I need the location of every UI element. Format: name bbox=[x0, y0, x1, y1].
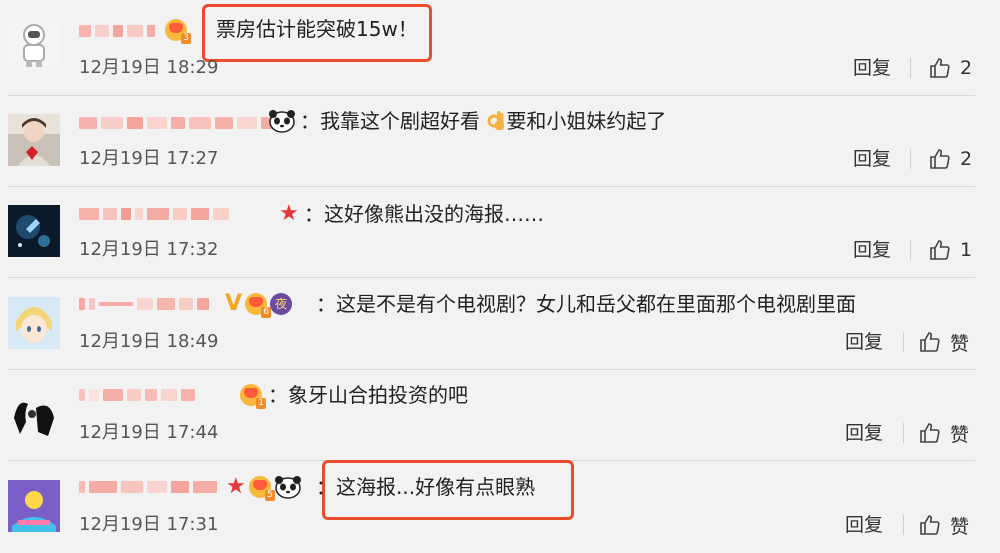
night-badge-icon: 夜 bbox=[270, 293, 293, 315]
like-button[interactable]: 1 bbox=[928, 236, 972, 264]
comment-time: 12月19日 17:27 bbox=[79, 148, 219, 169]
username-blurred[interactable] bbox=[79, 384, 199, 406]
star-icon: ★ bbox=[226, 474, 246, 499]
reply-button[interactable]: 回复 bbox=[845, 329, 883, 355]
reply-button[interactable]: 回复 bbox=[853, 146, 891, 172]
avatar[interactable] bbox=[8, 18, 60, 70]
like-button[interactable]: 赞 bbox=[918, 419, 969, 447]
avatar[interactable] bbox=[8, 297, 60, 349]
like-count: 2 bbox=[960, 148, 973, 170]
comment-text: 票房估计能突破15w！ bbox=[216, 17, 418, 41]
avatar[interactable] bbox=[8, 205, 60, 257]
comment-item: ★ 5 ：这海报...好像有点眼熟 12月19日 17:31 回复 赞 bbox=[0, 460, 1000, 553]
comment-item: ★ ：这好像熊出没的海报…… 12月19日 17:32 回复 1 bbox=[0, 187, 1000, 278]
like-count: 1 bbox=[960, 239, 973, 261]
ok-hand-emoji-icon bbox=[487, 111, 505, 130]
v-badge-icon: V bbox=[225, 291, 243, 316]
thumbs-up-icon bbox=[930, 58, 950, 78]
username-blurred[interactable] bbox=[79, 112, 279, 134]
divider bbox=[910, 58, 911, 78]
like-count: 赞 bbox=[950, 423, 970, 446]
thumbs-up-icon bbox=[920, 515, 940, 535]
panda-emoji-icon bbox=[269, 110, 295, 133]
comment-item: ：我靠这个剧超好看 要和小姐妹约起了 12月19日 17:27 回复 2 bbox=[0, 96, 1000, 187]
like-count: 2 bbox=[960, 57, 973, 79]
username-blurred[interactable] bbox=[79, 293, 213, 315]
row-divider bbox=[8, 277, 975, 278]
crown-badge-icon: 1 bbox=[240, 384, 266, 409]
comment-item: 3 票房估计能突破15w！ 12月19日 18:29 回复 2 bbox=[0, 0, 1000, 96]
comment-text: ：这是不是有个电视剧？女儿和岳父都在里面那个电视剧里面 bbox=[316, 292, 856, 316]
reply-button[interactable]: 回复 bbox=[853, 55, 891, 81]
thumbs-up-icon bbox=[920, 423, 940, 443]
divider bbox=[910, 149, 911, 169]
crown-badge-icon: 6 bbox=[245, 293, 272, 318]
reply-button[interactable]: 回复 bbox=[845, 420, 883, 446]
username-blurred[interactable] bbox=[79, 203, 233, 225]
comment-text-part: 这是不是有个电视剧？女儿和岳父都在里面那个电视剧里面 bbox=[336, 292, 856, 316]
comment-text: ：这好像熊出没的海报…… bbox=[304, 202, 544, 226]
thumbs-up-icon bbox=[930, 149, 950, 169]
comment-item: V 6 夜 ：这是不是有个电视剧？女儿和岳父都在里面那个电视剧里面 12月19日… bbox=[0, 279, 1000, 370]
comment-time: 12月19日 17:44 bbox=[79, 422, 219, 443]
comment-text-part: 我靠这个剧超好看 bbox=[320, 109, 480, 133]
comment-item: 1 ：象牙山合拍投资的吧 12月19日 17:44 回复 赞 bbox=[0, 370, 1000, 461]
comment-time: 12月19日 18:29 bbox=[79, 57, 219, 78]
like-button[interactable]: 赞 bbox=[918, 328, 969, 356]
like-button[interactable]: 赞 bbox=[918, 511, 969, 539]
divider bbox=[910, 240, 911, 260]
like-button[interactable]: 2 bbox=[928, 145, 972, 173]
avatar[interactable] bbox=[8, 480, 60, 532]
comment-text-part: 这海报...好像有点眼熟 bbox=[336, 475, 536, 499]
divider bbox=[903, 332, 904, 352]
like-count: 赞 bbox=[950, 515, 970, 538]
thumbs-up-icon bbox=[930, 240, 950, 260]
comment-text-part: 象牙山合拍投资的吧 bbox=[288, 383, 468, 407]
avatar[interactable] bbox=[8, 114, 60, 166]
reply-button[interactable]: 回复 bbox=[845, 512, 883, 538]
comment-text: ：象牙山合拍投资的吧 bbox=[268, 383, 468, 407]
reply-button[interactable]: 回复 bbox=[853, 237, 891, 263]
crown-badge-icon: 5 bbox=[248, 476, 275, 501]
username-blurred[interactable] bbox=[79, 476, 221, 498]
comment-text: ：我靠这个剧超好看 要和小姐妹约起了 bbox=[300, 109, 667, 133]
like-button[interactable]: 2 bbox=[928, 54, 972, 82]
username-blurred[interactable] bbox=[79, 20, 159, 42]
divider bbox=[903, 423, 904, 443]
like-count: 赞 bbox=[950, 332, 970, 355]
comment-time: 12月19日 17:32 bbox=[79, 239, 219, 260]
comment-time: 12月19日 18:49 bbox=[79, 331, 219, 352]
comment-text: ：这海报...好像有点眼熟 bbox=[316, 475, 536, 499]
comment-text-part: 这好像熊出没的海报…… bbox=[324, 202, 544, 226]
comment-time: 12月19日 17:31 bbox=[79, 514, 219, 535]
comment-text-part: 要和小姐妹约起了 bbox=[506, 109, 667, 133]
star-icon: ★ bbox=[279, 201, 299, 226]
divider bbox=[903, 515, 904, 535]
panda-emoji-icon bbox=[274, 476, 301, 499]
crown-badge-icon: 3 bbox=[165, 19, 191, 44]
avatar[interactable] bbox=[8, 388, 60, 440]
thumbs-up-icon bbox=[920, 332, 940, 352]
